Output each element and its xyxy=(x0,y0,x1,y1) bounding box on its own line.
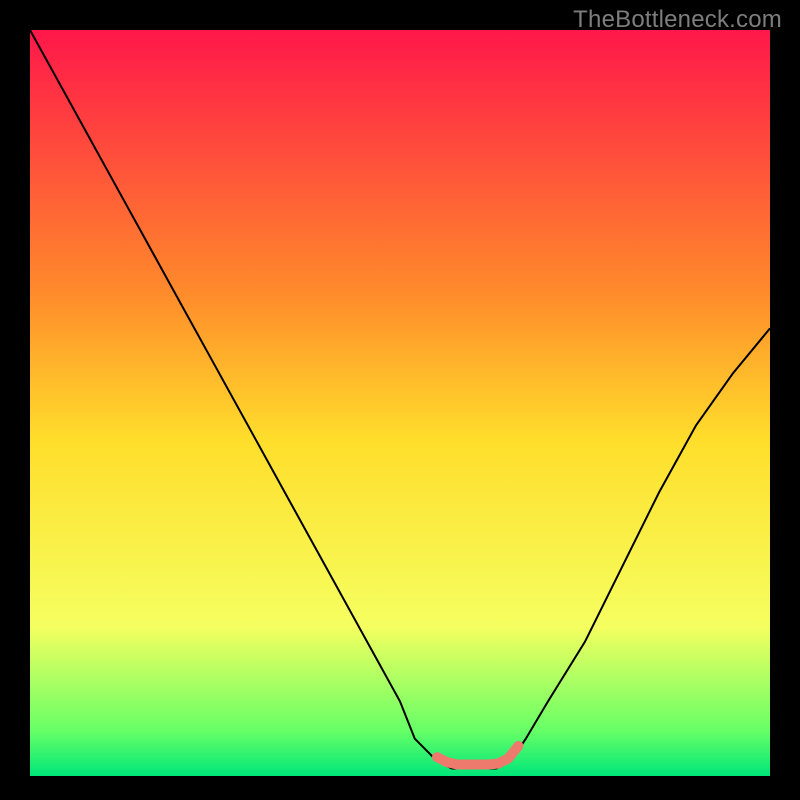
gradient-background xyxy=(30,30,770,776)
bottleneck-chart: TheBottleneck.com xyxy=(0,0,800,800)
chart-canvas xyxy=(0,0,800,800)
watermark-text: TheBottleneck.com xyxy=(573,6,782,34)
frame-left xyxy=(0,0,30,800)
frame-right xyxy=(770,0,800,800)
frame-bottom xyxy=(0,776,800,800)
